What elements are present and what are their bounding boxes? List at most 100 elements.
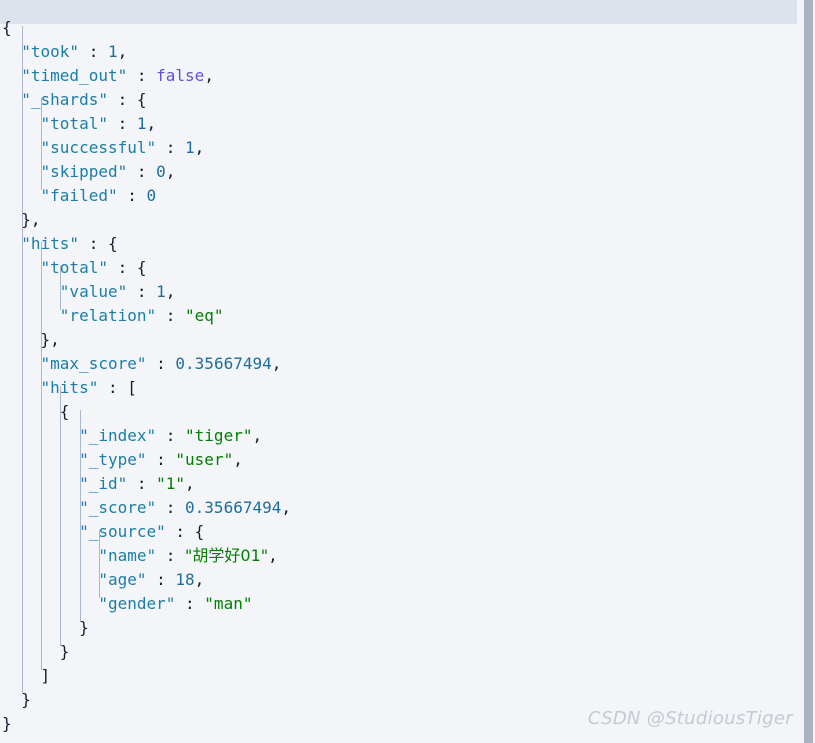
json-punctuation: : [79, 42, 108, 61]
code-line: "_shards" : { [0, 88, 291, 112]
code-line: "max_score" : 0.35667494, [0, 352, 291, 376]
json-key: "_shards" [21, 90, 108, 109]
json-key: "age" [98, 570, 147, 589]
code-line: }, [0, 328, 291, 352]
json-code-block[interactable]: { "took" : 1, "timed_out" : false, "_sha… [0, 16, 291, 736]
json-punctuation: : [127, 66, 157, 85]
code-line: "value" : 1, [0, 280, 291, 304]
json-punctuation: : [156, 546, 186, 565]
json-punctuation: : [156, 426, 186, 445]
json-number: 1 [185, 138, 195, 157]
json-punctuation: , [117, 42, 128, 61]
code-line: "failed" : 0 [0, 184, 291, 208]
json-punctuation: { [2, 18, 12, 37]
json-punctuation: , [281, 498, 291, 517]
json-key: "relation" [59, 306, 157, 325]
json-punctuation: : [ [98, 378, 137, 397]
json-key: "successful" [40, 138, 157, 157]
code-line: "gender" : "man" [0, 592, 291, 616]
code-line: ] [0, 664, 291, 688]
json-string: "user" [175, 450, 234, 469]
code-line: "timed_out" : false, [0, 64, 291, 88]
code-line: } [0, 640, 291, 664]
code-line: "name" : "胡学好01", [0, 544, 291, 568]
json-key: "_id" [79, 474, 128, 493]
json-punctuation: } [2, 714, 12, 733]
code-line: } [0, 688, 291, 712]
json-key: "gender" [98, 594, 176, 613]
json-punctuation: , [185, 474, 195, 493]
json-key: "_type" [79, 450, 147, 469]
json-key: "hits" [40, 378, 99, 397]
code-line: { [0, 16, 291, 40]
json-punctuation: { [59, 402, 70, 421]
json-punctuation: , [204, 66, 214, 85]
json-punctuation: , [268, 546, 278, 565]
json-key: "total" [40, 258, 108, 277]
vertical-scrollbar-thumb[interactable] [804, 0, 813, 743]
vertical-scrollbar-track[interactable] [800, 0, 815, 743]
code-line: "total" : 1, [0, 112, 291, 136]
json-punctuation: : { [165, 522, 205, 541]
code-line: "total" : { [0, 256, 291, 280]
json-punctuation: }, [21, 210, 41, 229]
code-line: "hits" : { [0, 232, 291, 256]
code-line: "hits" : [ [0, 376, 291, 400]
json-key: "_source" [79, 522, 166, 541]
json-punctuation: , [165, 282, 176, 301]
json-number: 1 [156, 282, 166, 301]
json-key: "value" [59, 282, 128, 301]
json-punctuation: : [127, 282, 157, 301]
json-punctuation: , [146, 114, 157, 133]
json-string: "1" [156, 474, 186, 493]
code-line: "_type" : "user", [0, 448, 291, 472]
json-punctuation: : [127, 474, 157, 493]
json-punctuation: : [146, 450, 176, 469]
code-line: } [0, 616, 291, 640]
json-punctuation: : [175, 594, 205, 613]
json-punctuation: : [156, 498, 186, 517]
csdn-watermark: CSDN @StudiousTiger [587, 708, 793, 729]
json-string: "胡学好01" [185, 546, 269, 565]
json-number: 18 [175, 570, 195, 589]
json-key: "_index" [79, 426, 157, 445]
code-line: }, [0, 208, 291, 232]
json-punctuation: : [156, 306, 186, 325]
json-punctuation: , [165, 162, 176, 181]
code-line: "_source" : { [0, 520, 291, 544]
json-key: "max_score" [40, 354, 147, 373]
json-number: 0 [146, 186, 157, 205]
json-string: "eq" [185, 306, 224, 325]
json-punctuation: : { [79, 234, 118, 253]
json-punctuation: : [117, 186, 147, 205]
json-string: "man" [204, 594, 253, 613]
json-punctuation: : { [107, 258, 147, 277]
json-key: "failed" [40, 186, 118, 205]
code-line: "successful" : 1, [0, 136, 291, 160]
json-punctuation: , [233, 450, 243, 469]
json-punctuation: : [146, 570, 176, 589]
json-punctuation: : { [107, 90, 147, 109]
